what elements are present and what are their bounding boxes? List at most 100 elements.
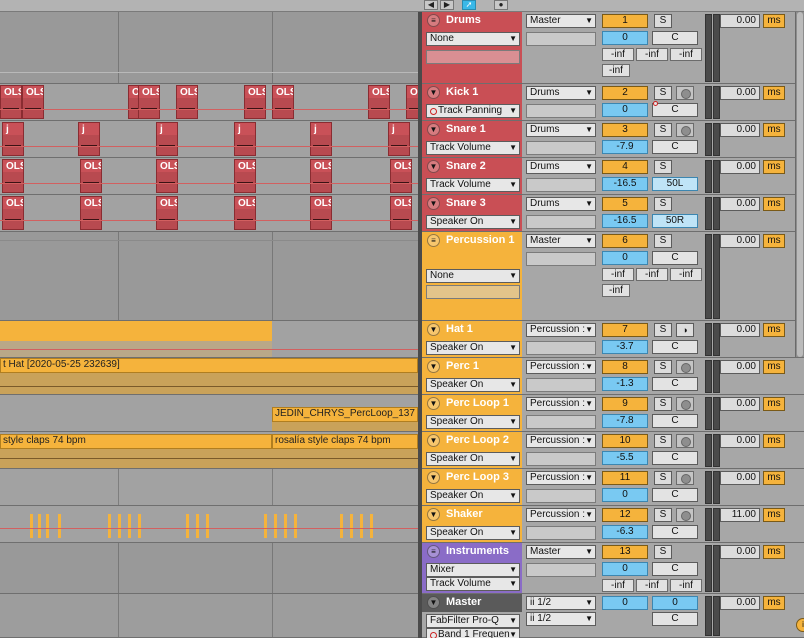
volume-field[interactable]: -1.3	[602, 377, 648, 391]
device-chooser[interactable]: Speaker On	[426, 341, 520, 355]
track-header[interactable]: Kick 1 ▼	[422, 84, 522, 102]
delay-unit-toggle[interactable]: ms	[763, 545, 785, 559]
track-delay-field[interactable]: 0.00	[720, 397, 760, 411]
volume-field[interactable]: -5.5	[602, 451, 648, 465]
send-c-field[interactable]: -inf	[670, 268, 702, 281]
track-header[interactable]: Perc Loop 1 ▼	[422, 395, 522, 413]
delay-unit-toggle[interactable]: ms	[763, 471, 785, 485]
output-routing[interactable]: Drums	[526, 86, 596, 100]
track-delay-field[interactable]: 0.00	[720, 123, 760, 137]
solo-button[interactable]: S	[654, 14, 672, 28]
output-routing[interactable]: Percussion :	[526, 360, 596, 374]
solo-button[interactable]: S	[654, 545, 672, 559]
track-activator[interactable]: 10	[602, 434, 648, 448]
send-b-field[interactable]: -inf	[636, 579, 668, 592]
fold-toggle-icon[interactable]: ▼	[427, 397, 440, 410]
chain-selector[interactable]	[426, 50, 520, 64]
track-header[interactable]: Percussion 1 ≡	[422, 232, 522, 250]
audio-clip[interactable]: j	[388, 122, 410, 156]
track-delay-field[interactable]: 0.00	[720, 14, 760, 28]
pan-field[interactable]: C	[652, 451, 698, 465]
volume-field[interactable]: -16.5	[602, 177, 648, 191]
lane-perc-loop-1[interactable]: JEDIN_CHRYS_PercLoop_137	[0, 395, 418, 432]
track-header[interactable]: Perc 1 ▼	[422, 358, 522, 376]
arm-button[interactable]	[676, 123, 694, 137]
track-header[interactable]: Snare 2 ▼	[422, 158, 522, 176]
audio-clip[interactable]: j	[234, 122, 256, 156]
audio-clip[interactable]: OLS	[2, 196, 24, 230]
fold-toggle-icon[interactable]: ▼	[427, 434, 440, 447]
device-chooser[interactable]: Track Volume	[426, 141, 520, 155]
clip-perc-loop-2-a[interactable]: style claps 74 bpm	[0, 434, 272, 449]
solo-button[interactable]: S	[654, 197, 672, 211]
audio-clip[interactable]: OLS	[234, 159, 256, 193]
pan-field[interactable]: C	[652, 340, 698, 354]
track-delay-field[interactable]: 0.00	[720, 160, 760, 174]
track-activator[interactable]: 3	[602, 123, 648, 137]
track-header[interactable]: Snare 3 ▼	[422, 195, 522, 213]
track-activator[interactable]: 12	[602, 508, 648, 522]
input-field[interactable]	[526, 252, 596, 266]
audio-clip[interactable]: OLS	[244, 85, 266, 119]
lane-drums[interactable]	[0, 12, 418, 84]
arm-button[interactable]	[676, 434, 694, 448]
output-routing[interactable]: Percussion :	[526, 397, 596, 411]
lane-kick-1[interactable]: OLSOLSOLSOLSOLSOLSOLSOLSOLS	[0, 84, 418, 121]
pan-field[interactable]: C	[652, 612, 698, 626]
track-header[interactable]: Shaker ▼	[422, 506, 522, 524]
device-chooser[interactable]: Track Panning	[426, 104, 520, 118]
volume-field[interactable]: -7.8	[602, 414, 648, 428]
device-chooser[interactable]: Track Volume	[426, 178, 520, 192]
forward-arrow-icon[interactable]: ▶	[440, 0, 454, 10]
fold-toggle-icon[interactable]: ▼	[427, 160, 440, 173]
track-activator[interactable]: 6	[602, 234, 648, 248]
track-activator[interactable]: 9	[602, 397, 648, 411]
send-a-field[interactable]: -inf	[602, 268, 634, 281]
audio-clip[interactable]: OLS	[22, 85, 44, 119]
track-activator[interactable]: 13	[602, 545, 648, 559]
device-chooser[interactable]: FabFilter Pro-Q	[426, 614, 520, 628]
audio-clip[interactable]: j	[156, 122, 178, 156]
volume-field[interactable]: 0	[602, 488, 648, 502]
solo-button[interactable]: S	[654, 160, 672, 174]
audio-clip[interactable]: OLS	[310, 196, 332, 230]
lane-perc-1[interactable]: t Hat [2020-05-25 232639]	[0, 358, 418, 395]
volume-field[interactable]: 0	[602, 562, 648, 576]
device-chooser[interactable]: None	[426, 269, 520, 283]
monitor-icon[interactable]: ◑	[676, 323, 694, 337]
delay-unit-toggle[interactable]: ms	[763, 596, 785, 610]
audio-clip[interactable]: j	[78, 122, 100, 156]
arm-button[interactable]	[676, 86, 694, 100]
solo-button[interactable]: S	[654, 86, 672, 100]
output-routing[interactable]: Drums	[526, 160, 596, 174]
lane-percussion-1[interactable]	[0, 232, 418, 321]
fold-toggle-icon[interactable]: ▼	[427, 360, 440, 373]
volume-field[interactable]: -16.5	[602, 214, 648, 228]
output-routing[interactable]: Master	[526, 234, 596, 248]
input-field[interactable]	[526, 526, 596, 540]
audio-clip[interactable]: OLS	[368, 85, 390, 119]
audio-clip[interactable]: OLS	[272, 85, 294, 119]
input-field[interactable]	[526, 32, 596, 46]
device-chooser[interactable]: Speaker On	[426, 489, 520, 503]
output-routing[interactable]: Percussion :	[526, 471, 596, 485]
send-a-field[interactable]: -inf	[602, 579, 634, 592]
device-chooser-2[interactable]: Track Volume	[426, 577, 520, 591]
audio-clip[interactable]: OLS	[390, 196, 412, 230]
delay-unit-toggle[interactable]: ms	[763, 323, 785, 337]
chain-selector[interactable]	[426, 285, 520, 299]
audio-clip[interactable]: j	[310, 122, 332, 156]
pan-field[interactable]: C	[652, 31, 698, 45]
track-activator[interactable]: 4	[602, 160, 648, 174]
clip-hat[interactable]: t Hat [2020-05-25 232639]	[0, 358, 418, 373]
device-chooser[interactable]: Speaker On	[426, 415, 520, 429]
fold-toggle-icon[interactable]: ▼	[427, 596, 440, 609]
fold-toggle-icon[interactable]: ▼	[427, 86, 440, 99]
volume-field[interactable]: -3.7	[602, 340, 648, 354]
track-activator[interactable]: 8	[602, 360, 648, 374]
pan-field[interactable]: C	[652, 525, 698, 539]
volume-field-2[interactable]: 0	[652, 596, 698, 610]
delay-unit-toggle[interactable]: ms	[763, 14, 785, 28]
solo-button[interactable]: S	[654, 397, 672, 411]
output-routing[interactable]: Drums	[526, 123, 596, 137]
